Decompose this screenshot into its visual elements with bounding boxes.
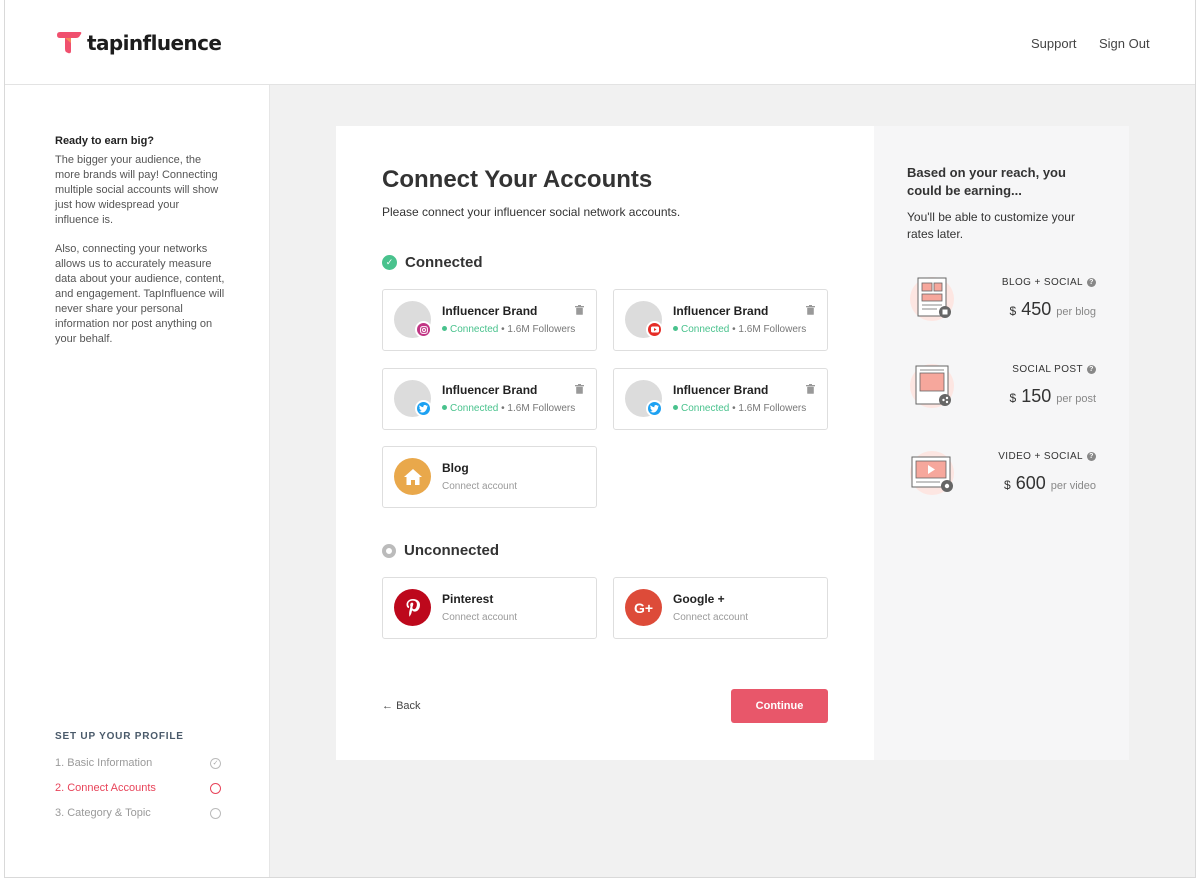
top-header: tapinfluence Support Sign Out: [5, 0, 1195, 85]
account-name: Influencer Brand: [673, 304, 769, 318]
account-name: Influencer Brand: [442, 304, 538, 318]
account-card-twitter[interactable]: Influencer Brand Connected • 1.6M Follow…: [613, 368, 828, 430]
help-icon[interactable]: ?: [1087, 278, 1096, 287]
account-name: Blog: [442, 461, 469, 475]
account-card-twitter[interactable]: Influencer Brand Connected • 1.6M Follow…: [382, 368, 597, 430]
page-subtitle: Please connect your influencer social ne…: [382, 205, 681, 219]
account-card-blog[interactable]: Blog Connect account: [382, 446, 597, 508]
continue-button[interactable]: Continue: [731, 689, 828, 723]
back-button[interactable]: ← Back: [382, 700, 421, 712]
active-circle-icon: [210, 782, 221, 794]
video-player-icon: [910, 451, 954, 495]
youtube-icon: [646, 321, 663, 338]
check-circle-icon: ✓: [210, 757, 221, 769]
connected-heading-text: Connected: [405, 254, 483, 271]
blog-document-icon: [910, 277, 954, 321]
sign-out-link[interactable]: Sign Out: [1099, 36, 1150, 51]
google-plus-icon: G+: [625, 589, 662, 626]
trash-icon[interactable]: [806, 384, 815, 394]
tapinfluence-logo[interactable]: tapinfluence: [55, 30, 222, 56]
step-basic-information[interactable]: 1. Basic Information ✓: [55, 757, 221, 769]
connect-accounts-card: Connect Your Accounts Please connect you…: [336, 126, 874, 760]
account-card-youtube[interactable]: Influencer Brand Connected • 1.6M Follow…: [613, 289, 828, 351]
logo-mark-icon: [57, 32, 82, 54]
rate-price-blog-social: $ 450 per blog: [1009, 299, 1097, 319]
social-post-icon: [910, 364, 954, 408]
twitter-icon: [415, 400, 432, 417]
rate-price-video-social: $ 600 per video: [1004, 473, 1096, 493]
help-icon[interactable]: ?: [1087, 452, 1096, 461]
rate-label-blog-social: BLOG + SOCIAL ?: [1002, 277, 1096, 288]
account-status: Connected • 1.6M Followers: [673, 403, 806, 414]
trash-icon[interactable]: [575, 384, 584, 394]
pinterest-icon: [394, 589, 431, 626]
sidebar-paragraph-privacy: Also, connecting your networks allows us…: [55, 243, 225, 345]
account-name: Pinterest: [442, 592, 494, 606]
logo-text: tapinfluence: [87, 31, 222, 55]
step-connect-accounts[interactable]: 2. Connect Accounts: [55, 782, 221, 794]
trash-icon[interactable]: [575, 305, 584, 315]
rate-label-social-post: SOCIAL POST ?: [1012, 364, 1096, 375]
twitter-icon: [646, 400, 663, 417]
empty-circle-icon: [210, 807, 221, 819]
instagram-icon: [415, 321, 432, 338]
connected-section-heading: ✓ Connected: [382, 254, 483, 271]
check-icon: ✓: [382, 255, 397, 270]
account-name: Influencer Brand: [442, 383, 538, 397]
page-title: Connect Your Accounts: [382, 166, 653, 193]
earnings-subtitle: You'll be able to customize your rates l…: [907, 210, 1075, 241]
account-name: Influencer Brand: [673, 383, 769, 397]
earnings-panel: Based on your reach, you could be earnin…: [874, 126, 1129, 760]
app-frame: tapinfluence Support Sign Out Ready to e…: [4, 0, 1196, 878]
account-status: Connected • 1.6M Followers: [442, 403, 575, 414]
rate-price-social-post: $ 150 per post: [1009, 386, 1096, 406]
earnings-title: Based on your reach, you could be earnin…: [907, 165, 1066, 198]
connect-account-label: Connect account: [673, 612, 749, 623]
account-card-google-plus[interactable]: G+ Google + Connect account: [613, 577, 828, 639]
account-status: Connected • 1.6M Followers: [442, 324, 575, 335]
unconnected-section-heading: Unconnected: [382, 542, 499, 559]
step-label: 3. Category & Topic: [55, 807, 151, 819]
rate-label-video-social: VIDEO + SOCIAL ?: [998, 451, 1096, 462]
step-label: 2. Connect Accounts: [55, 782, 156, 794]
help-icon[interactable]: ?: [1087, 365, 1096, 374]
sidebar: Ready to earn big? The bigger your audie…: [5, 85, 270, 877]
trash-icon[interactable]: [806, 305, 815, 315]
connect-account-label: Connect account: [442, 481, 518, 492]
sidebar-paragraph-audience: The bigger your audience, the more brand…: [55, 154, 219, 226]
arrow-left-icon: ←: [382, 700, 393, 712]
unconnected-heading-text: Unconnected: [404, 542, 500, 559]
sidebar-heading: Ready to earn big?: [55, 135, 155, 147]
account-card-instagram[interactable]: Influencer Brand Connected • 1.6M Follow…: [382, 289, 597, 351]
step-label: 1. Basic Information: [55, 757, 153, 769]
account-card-pinterest[interactable]: Pinterest Connect account: [382, 577, 597, 639]
account-name: Google +: [673, 592, 725, 606]
home-icon: [394, 458, 431, 495]
steps-title: SET UP YOUR PROFILE: [55, 731, 184, 742]
account-status: Connected • 1.6M Followers: [673, 324, 806, 335]
radio-empty-icon: [382, 543, 396, 558]
support-link[interactable]: Support: [1031, 36, 1077, 51]
connect-account-label: Connect account: [442, 612, 518, 623]
step-category-topic[interactable]: 3. Category & Topic: [55, 807, 221, 819]
